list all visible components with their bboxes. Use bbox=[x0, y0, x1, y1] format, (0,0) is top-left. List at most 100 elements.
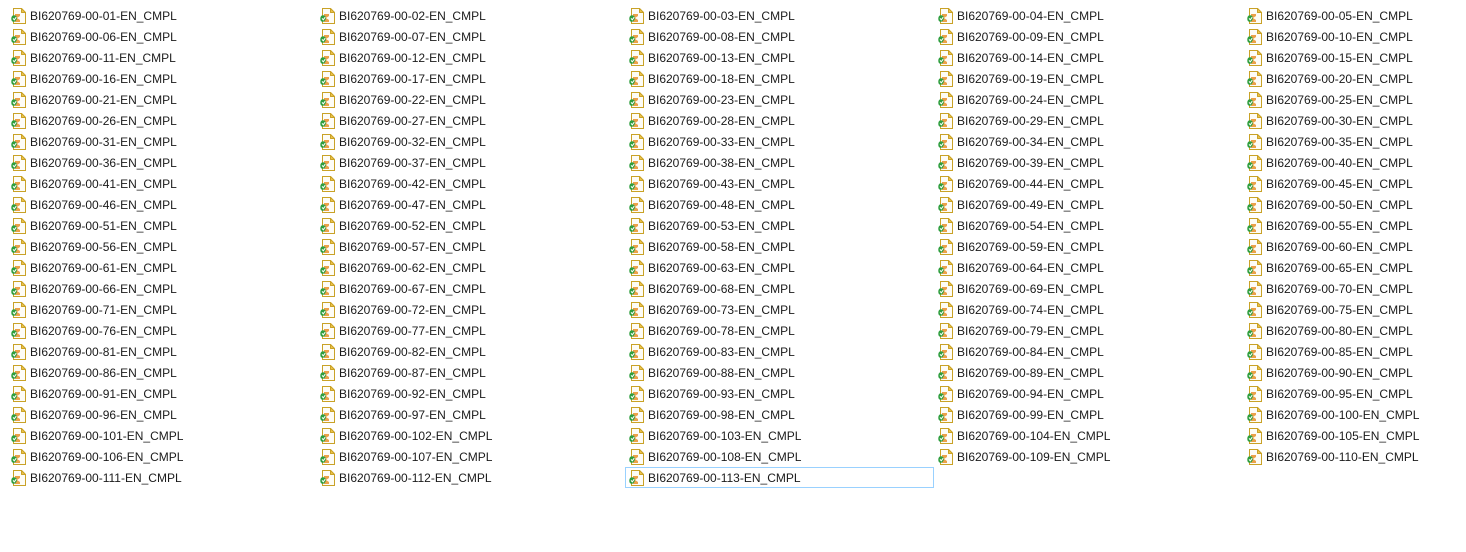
file-item[interactable]: BI620769-00-50-EN_CMPL bbox=[1243, 194, 1466, 215]
file-item[interactable]: BI620769-00-56-EN_CMPL bbox=[7, 236, 316, 257]
file-item[interactable]: BI620769-00-85-EN_CMPL bbox=[1243, 341, 1466, 362]
file-item[interactable]: BI620769-00-112-EN_CMPL bbox=[316, 467, 625, 488]
file-item[interactable]: BI620769-00-70-EN_CMPL bbox=[1243, 278, 1466, 299]
file-item[interactable]: BI620769-00-08-EN_CMPL bbox=[625, 26, 934, 47]
file-item[interactable]: BI620769-00-74-EN_CMPL bbox=[934, 299, 1243, 320]
file-item[interactable]: BI620769-00-57-EN_CMPL bbox=[316, 236, 625, 257]
file-item[interactable]: BI620769-00-11-EN_CMPL bbox=[7, 47, 316, 68]
file-item[interactable]: BI620769-00-19-EN_CMPL bbox=[934, 68, 1243, 89]
file-item[interactable]: BI620769-00-96-EN_CMPL bbox=[7, 404, 316, 425]
file-item[interactable]: BI620769-00-79-EN_CMPL bbox=[934, 320, 1243, 341]
file-item[interactable]: BI620769-00-25-EN_CMPL bbox=[1243, 89, 1466, 110]
file-item[interactable]: BI620769-00-71-EN_CMPL bbox=[7, 299, 316, 320]
file-item[interactable]: BI620769-00-83-EN_CMPL bbox=[625, 341, 934, 362]
file-item[interactable]: BI620769-00-69-EN_CMPL bbox=[934, 278, 1243, 299]
file-item[interactable]: BI620769-00-103-EN_CMPL bbox=[625, 425, 934, 446]
file-item[interactable]: BI620769-00-16-EN_CMPL bbox=[7, 68, 316, 89]
file-item[interactable]: BI620769-00-95-EN_CMPL bbox=[1243, 383, 1466, 404]
file-item[interactable]: BI620769-00-111-EN_CMPL bbox=[7, 467, 316, 488]
file-item[interactable]: BI620769-00-39-EN_CMPL bbox=[934, 152, 1243, 173]
file-item[interactable]: BI620769-00-28-EN_CMPL bbox=[625, 110, 934, 131]
file-item[interactable]: BI620769-00-60-EN_CMPL bbox=[1243, 236, 1466, 257]
file-item[interactable]: BI620769-00-80-EN_CMPL bbox=[1243, 320, 1466, 341]
file-item[interactable]: BI620769-00-23-EN_CMPL bbox=[625, 89, 934, 110]
file-item[interactable]: BI620769-00-82-EN_CMPL bbox=[316, 341, 625, 362]
file-item[interactable]: BI620769-00-65-EN_CMPL bbox=[1243, 257, 1466, 278]
file-item[interactable]: BI620769-00-40-EN_CMPL bbox=[1243, 152, 1466, 173]
file-item[interactable]: BI620769-00-17-EN_CMPL bbox=[316, 68, 625, 89]
file-item[interactable]: BI620769-00-86-EN_CMPL bbox=[7, 362, 316, 383]
file-item[interactable]: BI620769-00-58-EN_CMPL bbox=[625, 236, 934, 257]
file-item[interactable]: BI620769-00-106-EN_CMPL bbox=[7, 446, 316, 467]
file-item[interactable]: BI620769-00-53-EN_CMPL bbox=[625, 215, 934, 236]
file-item[interactable]: BI620769-00-98-EN_CMPL bbox=[625, 404, 934, 425]
file-item[interactable]: BI620769-00-20-EN_CMPL bbox=[1243, 68, 1466, 89]
file-item[interactable]: BI620769-00-91-EN_CMPL bbox=[7, 383, 316, 404]
file-item[interactable]: BI620769-00-78-EN_CMPL bbox=[625, 320, 934, 341]
file-item[interactable]: BI620769-00-61-EN_CMPL bbox=[7, 257, 316, 278]
file-item[interactable]: BI620769-00-22-EN_CMPL bbox=[316, 89, 625, 110]
file-item[interactable]: BI620769-00-47-EN_CMPL bbox=[316, 194, 625, 215]
file-item[interactable]: BI620769-00-97-EN_CMPL bbox=[316, 404, 625, 425]
file-item[interactable]: BI620769-00-02-EN_CMPL bbox=[316, 5, 625, 26]
file-item[interactable]: BI620769-00-94-EN_CMPL bbox=[934, 383, 1243, 404]
file-item[interactable]: BI620769-00-26-EN_CMPL bbox=[7, 110, 316, 131]
file-item[interactable]: BI620769-00-34-EN_CMPL bbox=[934, 131, 1243, 152]
file-item[interactable]: BI620769-00-76-EN_CMPL bbox=[7, 320, 316, 341]
file-item[interactable]: BI620769-00-29-EN_CMPL bbox=[934, 110, 1243, 131]
file-item[interactable]: BI620769-00-41-EN_CMPL bbox=[7, 173, 316, 194]
file-item[interactable]: BI620769-00-92-EN_CMPL bbox=[316, 383, 625, 404]
file-item[interactable]: BI620769-00-03-EN_CMPL bbox=[625, 5, 934, 26]
file-item[interactable]: BI620769-00-99-EN_CMPL bbox=[934, 404, 1243, 425]
file-item[interactable]: BI620769-00-15-EN_CMPL bbox=[1243, 47, 1466, 68]
file-item[interactable]: BI620769-00-38-EN_CMPL bbox=[625, 152, 934, 173]
file-item[interactable]: BI620769-00-77-EN_CMPL bbox=[316, 320, 625, 341]
file-item[interactable]: BI620769-00-30-EN_CMPL bbox=[1243, 110, 1466, 131]
file-item[interactable]: BI620769-00-87-EN_CMPL bbox=[316, 362, 625, 383]
file-item[interactable]: BI620769-00-45-EN_CMPL bbox=[1243, 173, 1466, 194]
file-item[interactable]: BI620769-00-52-EN_CMPL bbox=[316, 215, 625, 236]
file-item[interactable]: BI620769-00-36-EN_CMPL bbox=[7, 152, 316, 173]
file-item[interactable]: BI620769-00-48-EN_CMPL bbox=[625, 194, 934, 215]
file-item[interactable]: BI620769-00-109-EN_CMPL bbox=[934, 446, 1243, 467]
file-item[interactable]: BI620769-00-66-EN_CMPL bbox=[7, 278, 316, 299]
file-item[interactable]: BI620769-00-55-EN_CMPL bbox=[1243, 215, 1466, 236]
file-item[interactable]: BI620769-00-100-EN_CMPL bbox=[1243, 404, 1466, 425]
file-item[interactable]: BI620769-00-42-EN_CMPL bbox=[316, 173, 625, 194]
file-item[interactable]: BI620769-00-32-EN_CMPL bbox=[316, 131, 625, 152]
file-item[interactable]: BI620769-00-01-EN_CMPL bbox=[7, 5, 316, 26]
file-item[interactable]: BI620769-00-49-EN_CMPL bbox=[934, 194, 1243, 215]
file-item[interactable]: BI620769-00-14-EN_CMPL bbox=[934, 47, 1243, 68]
file-item[interactable]: BI620769-00-37-EN_CMPL bbox=[316, 152, 625, 173]
file-item[interactable]: BI620769-00-89-EN_CMPL bbox=[934, 362, 1243, 383]
file-item[interactable]: BI620769-00-84-EN_CMPL bbox=[934, 341, 1243, 362]
file-item[interactable]: BI620769-00-44-EN_CMPL bbox=[934, 173, 1243, 194]
file-item[interactable]: BI620769-00-06-EN_CMPL bbox=[7, 26, 316, 47]
file-item[interactable]: BI620769-00-67-EN_CMPL bbox=[316, 278, 625, 299]
file-item[interactable]: BI620769-00-35-EN_CMPL bbox=[1243, 131, 1466, 152]
file-item[interactable]: BI620769-00-64-EN_CMPL bbox=[934, 257, 1243, 278]
file-item[interactable]: BI620769-00-54-EN_CMPL bbox=[934, 215, 1243, 236]
file-item[interactable]: BI620769-00-33-EN_CMPL bbox=[625, 131, 934, 152]
file-item[interactable]: BI620769-00-110-EN_CMPL bbox=[1243, 446, 1466, 467]
file-item[interactable]: BI620769-00-18-EN_CMPL bbox=[625, 68, 934, 89]
file-item[interactable]: BI620769-00-10-EN_CMPL bbox=[1243, 26, 1466, 47]
file-item[interactable]: BI620769-00-102-EN_CMPL bbox=[316, 425, 625, 446]
file-item[interactable]: BI620769-00-101-EN_CMPL bbox=[7, 425, 316, 446]
file-item[interactable]: BI620769-00-27-EN_CMPL bbox=[316, 110, 625, 131]
file-item[interactable]: BI620769-00-07-EN_CMPL bbox=[316, 26, 625, 47]
file-item-selected[interactable]: BI620769-00-113-EN_CMPL bbox=[625, 467, 934, 488]
file-item[interactable]: BI620769-00-75-EN_CMPL bbox=[1243, 299, 1466, 320]
file-item[interactable]: BI620769-00-104-EN_CMPL bbox=[934, 425, 1243, 446]
file-item[interactable]: BI620769-00-12-EN_CMPL bbox=[316, 47, 625, 68]
file-item[interactable]: BI620769-00-63-EN_CMPL bbox=[625, 257, 934, 278]
file-item[interactable]: BI620769-00-46-EN_CMPL bbox=[7, 194, 316, 215]
file-item[interactable]: BI620769-00-05-EN_CMPL bbox=[1243, 5, 1466, 26]
file-item[interactable]: BI620769-00-68-EN_CMPL bbox=[625, 278, 934, 299]
file-item[interactable]: BI620769-00-81-EN_CMPL bbox=[7, 341, 316, 362]
file-item[interactable]: BI620769-00-62-EN_CMPL bbox=[316, 257, 625, 278]
file-item[interactable]: BI620769-00-04-EN_CMPL bbox=[934, 5, 1243, 26]
file-item[interactable]: BI620769-00-73-EN_CMPL bbox=[625, 299, 934, 320]
file-item[interactable]: BI620769-00-105-EN_CMPL bbox=[1243, 425, 1466, 446]
file-item[interactable]: BI620769-00-43-EN_CMPL bbox=[625, 173, 934, 194]
